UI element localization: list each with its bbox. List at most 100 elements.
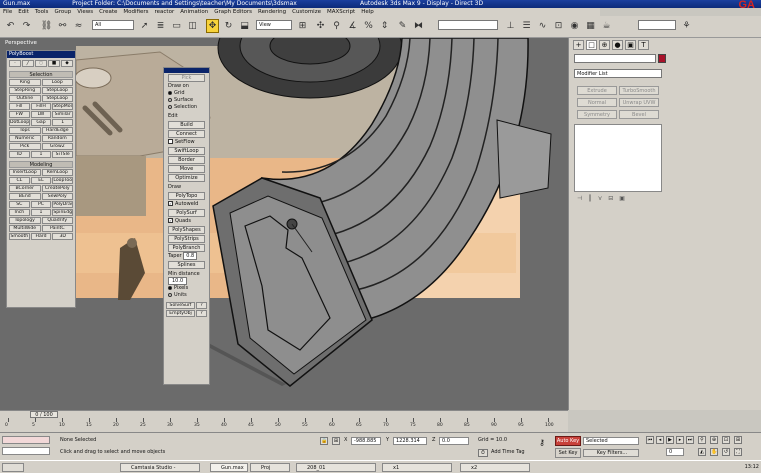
fillh-button[interactable]: FillH [30,103,52,110]
set-key-button[interactable]: Set Key [555,448,581,458]
element-mode-icon[interactable]: ◆ [61,60,73,67]
display-tab[interactable]: ▣ [625,40,636,50]
x-coordinate-field[interactable]: -988.885 [351,437,381,445]
field-of-view-icon[interactable]: ◭ [698,448,706,456]
quadrify-button[interactable]: Quadrify [41,217,73,224]
remove-modifier-icon[interactable]: ⊟ [608,195,613,204]
key-selection-dropdown[interactable]: Selected [583,437,639,445]
maxscript-output[interactable] [2,447,50,455]
window-crossing-icon[interactable]: ◫ [186,19,199,33]
pan-view-icon[interactable]: ✋ [710,448,718,456]
radio-button[interactable] [168,104,172,109]
swiftloop-button[interactable]: SwiftLoop [168,147,205,155]
bend-button[interactable]: BEnd [9,193,41,200]
taper-input[interactable]: 0.8 [183,252,198,260]
time-slider-thumb[interactable]: 0 / 100 [30,411,58,418]
symmetry-modifier-button[interactable]: Symmetry [577,110,617,119]
normal-modifier-button[interactable]: Normal [577,98,617,107]
emptyobj-button[interactable]: EmptyObj [166,310,195,317]
menu-views[interactable]: Views [77,9,93,15]
angle-snap-icon[interactable]: ∡ [346,19,359,33]
key-filters-button[interactable]: Key Filters... [583,449,639,457]
lw-button[interactable]: LW [30,111,52,118]
viewport-label[interactable]: Perspective [5,40,37,46]
named-selection-sets-dropdown[interactable] [438,20,498,30]
select-by-name-icon[interactable]: ≣ [154,19,167,33]
el-button[interactable]: EL [30,177,52,184]
radio-button[interactable] [168,285,172,290]
units-units-radio[interactable]: Units [164,292,209,299]
radio-button[interactable] [168,292,172,297]
z-coordinate-field[interactable]: 0.0 [439,437,469,445]
spinner-snap-icon[interactable]: ⇕ [378,19,391,33]
setflow-checkbox[interactable]: SetFlow [164,139,209,146]
hierarchy-tab[interactable]: ⊕ [599,40,610,50]
polygon-mode-icon[interactable]: ■ [48,60,60,67]
pc-button[interactable]: PC [30,201,52,208]
connect-button[interactable]: Connect [168,130,205,138]
topology-button[interactable]: Topology [9,217,41,224]
solvesurf-button[interactable]: SolveSurf [166,302,195,309]
y-coordinate-field[interactable]: 1228.314 [393,437,427,445]
select-and-rotate-icon[interactable]: ↻ [222,19,235,33]
render-setup-icon[interactable]: ▦ [584,19,597,33]
setflow-box[interactable] [168,139,173,144]
autoweld-box[interactable]: ✓ [168,201,173,206]
modify-tab[interactable]: □ [586,40,597,50]
inch-button[interactable]: Inch [9,209,30,216]
object-name-field[interactable] [574,54,656,63]
fill-button[interactable]: Fill [9,103,30,110]
menu-modifiers[interactable]: Modifiers [123,9,148,15]
schematic-view-icon[interactable]: ⊡ [552,19,565,33]
percent-snap-icon[interactable]: % [362,19,375,33]
sc-button[interactable]: SC [9,201,30,208]
go-to-start-icon[interactable]: ⏮ [646,436,654,444]
undo-icon[interactable]: ↶ [4,19,17,33]
menu-edit[interactable]: Edit [18,9,29,15]
turbosmooth-modifier-button[interactable]: TurboSmooth [619,86,659,95]
modifier-list-dropdown[interactable]: Modifier List [574,69,662,78]
track-bar[interactable]: 0 5 10 15 20 25 30 35 40 45 50 55 60 65 70 75 80 85 90 95 10… [0,418,568,432]
taskbar-item-gun-max[interactable]: Gun.max [210,463,248,472]
create-tab[interactable]: + [573,40,584,50]
reference-coordinate-dropdown[interactable]: View [256,20,292,30]
bevel-modifier-button[interactable]: Bevel [619,110,659,119]
modifier-stack[interactable] [574,124,662,192]
build-button[interactable]: Build [168,121,205,129]
gap-button[interactable]: Gap [30,119,52,126]
start-button[interactable] [2,463,24,472]
render-production-icon[interactable]: ⚘ [680,19,693,33]
3d-button[interactable]: 3D [52,233,74,240]
emptyobj-help-button[interactable]: ? [196,310,207,317]
steploop-button[interactable]: StepLoop [41,95,73,102]
maxscript-listener[interactable] [2,436,50,444]
make-unique-icon[interactable]: ⋎ [598,195,602,204]
similar-button[interactable]: Similar [52,111,74,118]
radio-button[interactable] [168,97,172,102]
polydraw-button[interactable]: PolyDraw [52,201,74,208]
selection-filter-dropdown[interactable]: All [92,20,134,30]
numeric-button[interactable]: Numeric [9,135,41,142]
cl-button[interactable]: CL [9,177,30,184]
time-tag-icon[interactable]: ⏱ [478,449,488,457]
quick-render-icon[interactable]: ☕ [600,19,613,33]
pivot-center-icon[interactable]: ⊞ [296,19,309,33]
object-color-swatch[interactable] [658,54,666,63]
stepring-button[interactable]: StepRing [9,87,41,94]
smooth-button[interactable]: Smooth [9,233,30,240]
redo-icon[interactable]: ↷ [20,19,33,33]
edge-mode-icon[interactable]: ╱ [22,60,34,67]
taskbar-item-x1[interactable]: x1 [382,463,452,472]
multiwide-button[interactable]: MultiWide [9,225,41,232]
layer-manager-icon[interactable]: ☰ [520,19,533,33]
1-button[interactable]: 1 [52,119,74,126]
menu-file[interactable]: File [3,9,12,15]
autoweld-checkbox[interactable]: ✓ Autoweld [164,201,209,208]
mirror-icon[interactable]: ⧓ [412,19,425,33]
menu-tools[interactable]: Tools [35,9,49,15]
steploop-button[interactable]: StepLoop [41,87,73,94]
current-frame-field[interactable]: 0 [666,448,684,456]
select-manipulate-icon[interactable]: ✣ [314,19,327,33]
border-button[interactable]: Border [168,156,205,164]
splines-button[interactable]: Splines [168,261,205,269]
